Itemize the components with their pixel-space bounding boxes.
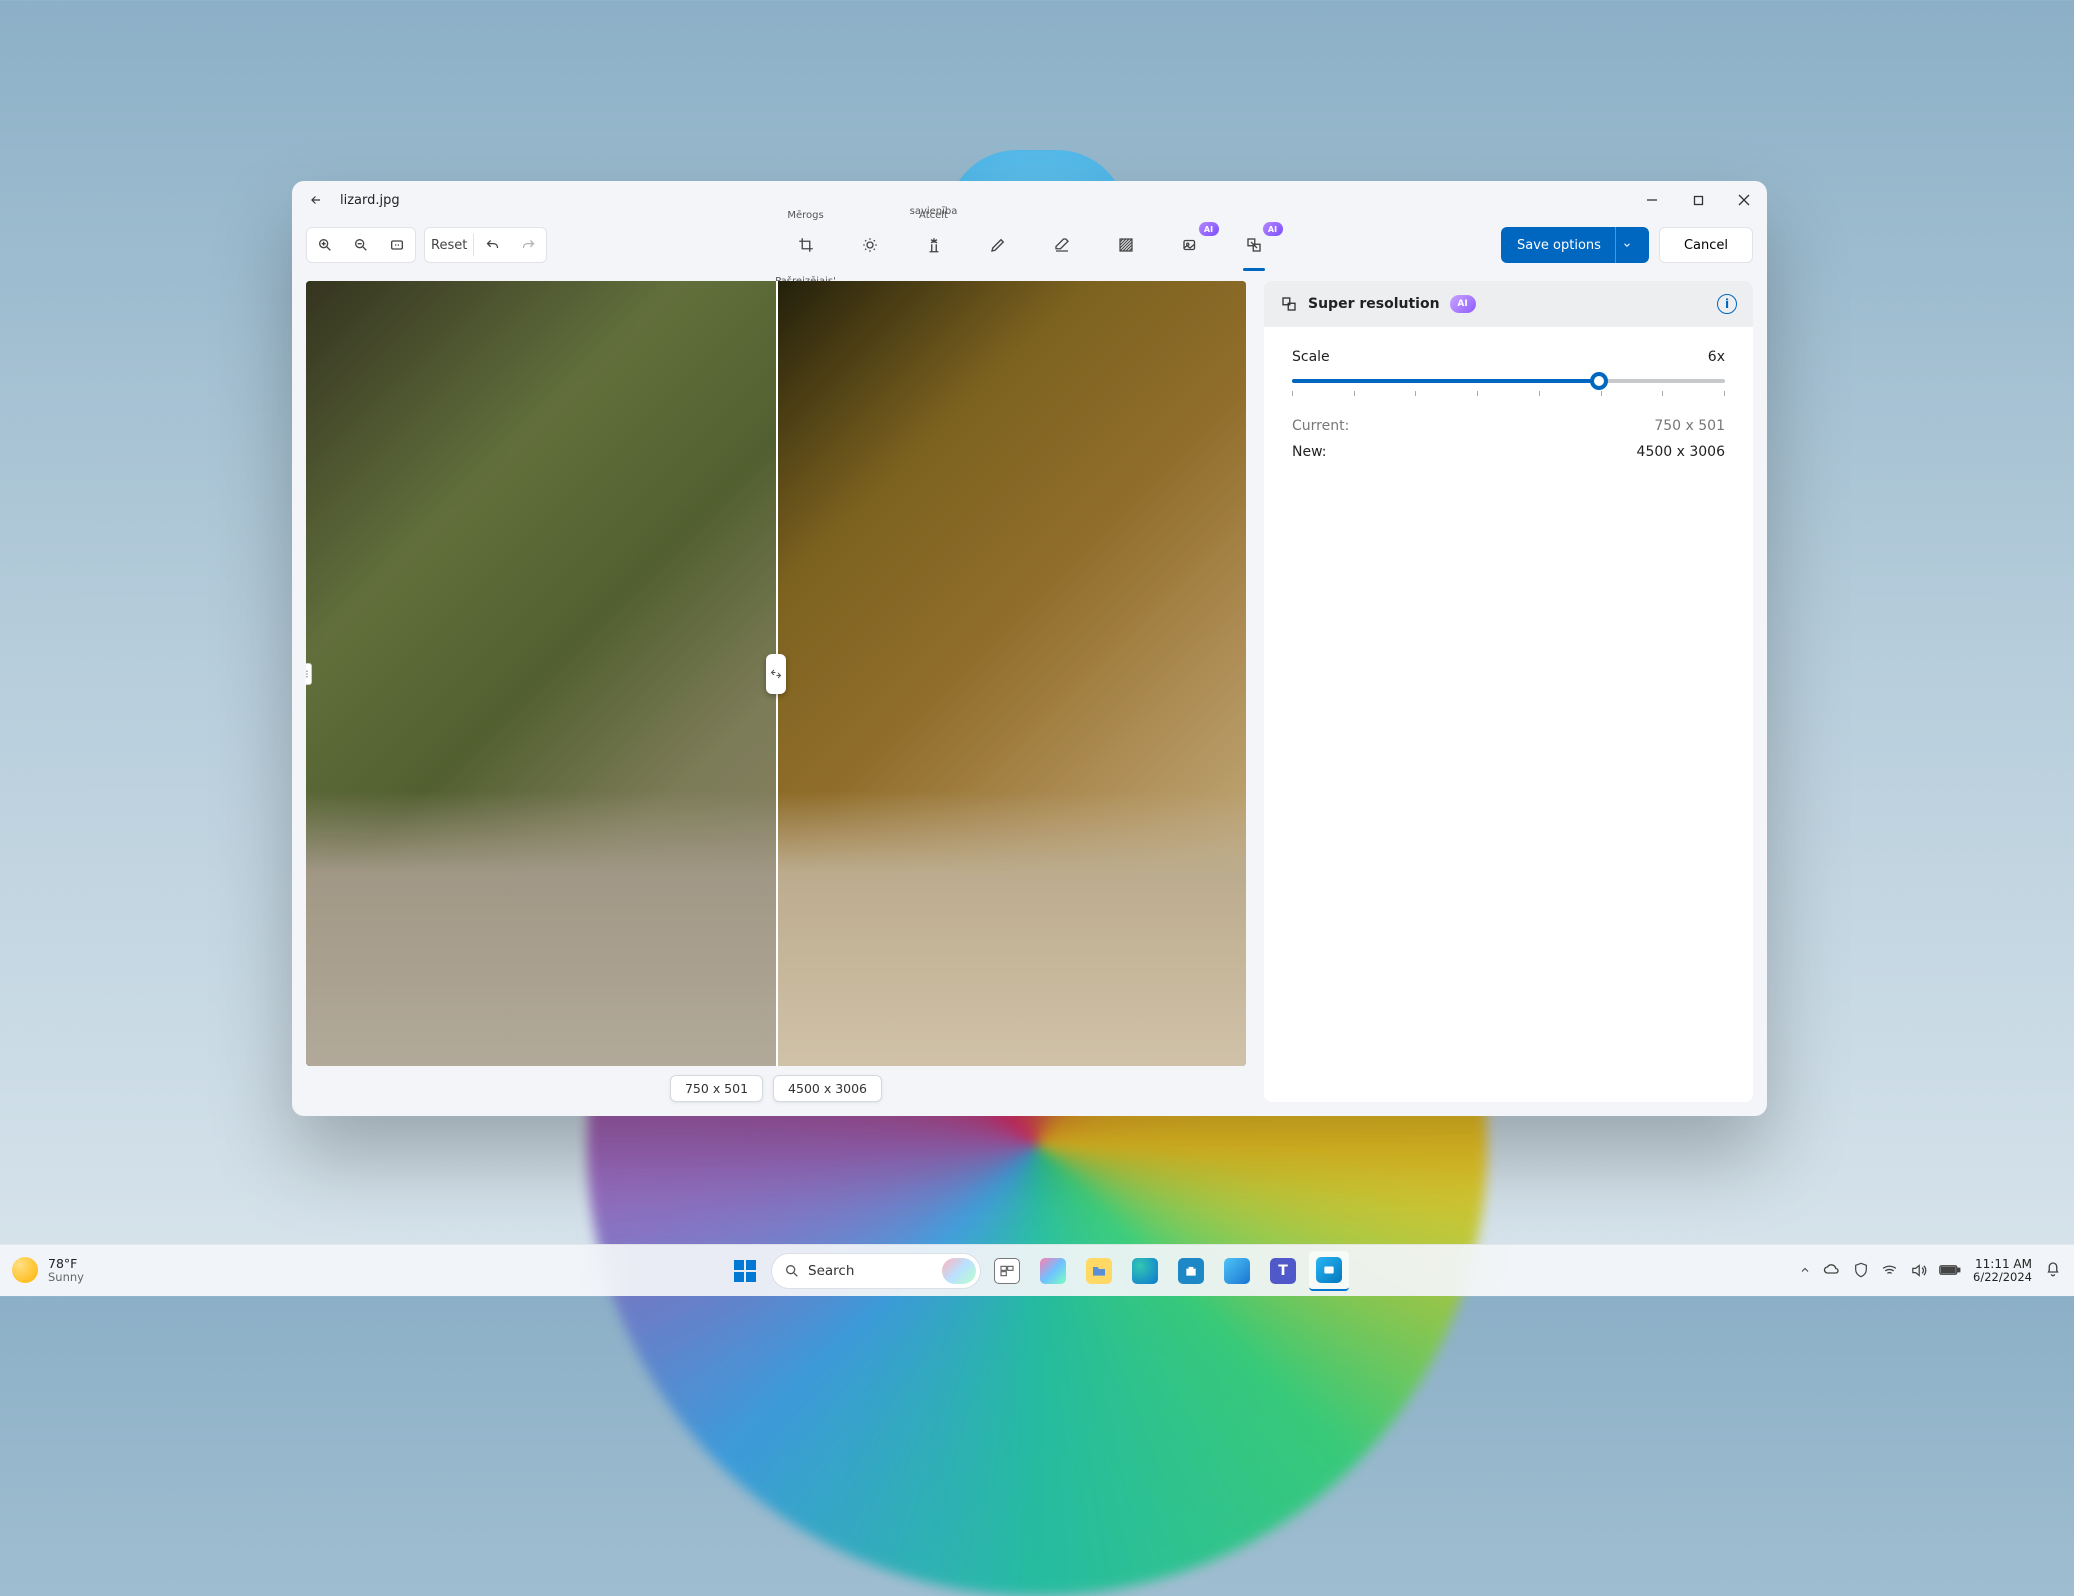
current-value: 750 x 501: [1654, 418, 1725, 434]
erase-tool[interactable]: [1045, 228, 1079, 262]
new-label: New:: [1292, 444, 1327, 460]
paint-button[interactable]: [1217, 1251, 1257, 1291]
volume-icon[interactable]: [1910, 1262, 1927, 1279]
zoom-group: [306, 227, 416, 263]
super-resolution-panel: Super resolution AI i Scale 6x Current:: [1264, 281, 1753, 1102]
editor-toolbar: Reset Mērogs Pašreizējais' savienība Atc…: [292, 219, 1767, 271]
start-button[interactable]: [725, 1251, 765, 1291]
minimize-button[interactable]: [1629, 181, 1675, 219]
photos-editor-window: lizard.jpg Reset Mērogs Pašreizējais': [292, 181, 1767, 1116]
task-view-button[interactable]: [987, 1251, 1027, 1291]
editor-content: 750 x 501 4500 x 3006 Super resolution A…: [292, 271, 1767, 1116]
background-tool[interactable]: [1109, 228, 1143, 262]
zoom-out-button[interactable]: [343, 228, 379, 262]
taskbar: 78°F Sunny Search T 11:11 AM 6/22/2024: [0, 1244, 2074, 1296]
current-row: Current: 750 x 501: [1292, 418, 1725, 434]
sun-icon: [12, 1257, 38, 1283]
titlebar: lizard.jpg: [292, 181, 1767, 219]
weather-temp: 78°F: [48, 1257, 84, 1271]
image-canvas[interactable]: [306, 281, 1246, 1066]
slider-ticks: [1292, 391, 1725, 396]
date: 6/22/2024: [1973, 1271, 2032, 1284]
upscaled-dimensions: 4500 x 3006: [773, 1075, 882, 1102]
scale-row: Scale 6x: [1292, 349, 1725, 365]
windows-logo-icon: [734, 1260, 756, 1282]
ai-badge-icon: AI: [1450, 295, 1476, 313]
search-placeholder: Search: [808, 1263, 854, 1279]
edge-button[interactable]: [1125, 1251, 1165, 1291]
cancel-button[interactable]: Cancel: [1659, 227, 1753, 263]
photos-button[interactable]: [1309, 1251, 1349, 1291]
notifications-icon[interactable]: [2044, 1260, 2064, 1280]
image-original: [306, 281, 776, 1066]
info-button[interactable]: i: [1717, 294, 1737, 314]
toolbar-actions: Save options Cancel: [1501, 227, 1753, 263]
panel-header: Super resolution AI i: [1264, 281, 1753, 327]
weather-widget[interactable]: 78°F Sunny: [12, 1257, 84, 1283]
filter-tool[interactable]: savienība Atcelt: [917, 228, 951, 262]
clock[interactable]: 11:11 AM 6/22/2024: [1973, 1258, 2032, 1284]
back-button[interactable]: [298, 182, 334, 218]
new-value: 4500 x 3006: [1637, 444, 1725, 460]
chevron-down-icon: [1615, 227, 1639, 263]
search-icon: [784, 1263, 800, 1279]
fit-button[interactable]: [379, 228, 415, 262]
tray-chevron-icon[interactable]: [1799, 1264, 1811, 1276]
scale-value: 6x: [1708, 349, 1725, 365]
taskbar-center: Search T: [725, 1251, 1349, 1291]
store-button[interactable]: [1171, 1251, 1211, 1291]
security-icon[interactable]: [1853, 1262, 1869, 1278]
ai-badge-icon: AI: [1263, 222, 1283, 236]
canvas-area: 750 x 501 4500 x 3006: [306, 281, 1246, 1102]
redo-button[interactable]: [510, 228, 546, 262]
undo-button[interactable]: [474, 228, 510, 262]
scale-icon: [1280, 295, 1298, 313]
search-box[interactable]: Search: [771, 1253, 981, 1289]
teams-button[interactable]: T: [1263, 1251, 1303, 1291]
ai-badge-icon: AI: [1199, 222, 1219, 236]
markup-tool[interactable]: [981, 228, 1015, 262]
scale-slider[interactable]: [1292, 379, 1725, 396]
new-row: New: 4500 x 3006: [1292, 444, 1725, 460]
remove-label: Atcelt: [919, 210, 948, 221]
close-button[interactable]: [1721, 181, 1767, 219]
onedrive-icon[interactable]: [1823, 1261, 1841, 1279]
save-options-button[interactable]: Save options: [1501, 227, 1649, 263]
copilot-button[interactable]: [1033, 1251, 1073, 1291]
panel-title: Super resolution: [1308, 296, 1440, 312]
edit-modes: Mērogs Pašreizējais' savienība Atcelt: [789, 228, 1271, 262]
search-illustration: [942, 1258, 976, 1284]
weather-cond: Sunny: [48, 1271, 84, 1284]
super-resolution-tool[interactable]: AI: [1237, 228, 1271, 262]
system-tray: 11:11 AM 6/22/2024: [1799, 1258, 2064, 1284]
original-dimensions: 750 x 501: [670, 1075, 763, 1102]
file-name: lizard.jpg: [340, 193, 400, 208]
adjust-tool[interactable]: [853, 228, 887, 262]
canvas-side-handle[interactable]: [306, 663, 312, 685]
save-label: Save options: [1517, 238, 1601, 253]
compare-handle[interactable]: [766, 654, 786, 694]
time: 11:11 AM: [1973, 1258, 2032, 1271]
window-controls: [1629, 181, 1767, 219]
maximize-button[interactable]: [1675, 181, 1721, 219]
image-upscaled: [776, 281, 1246, 1066]
crop-label: Mērogs: [787, 210, 823, 221]
scale-label: Scale: [1292, 349, 1330, 365]
generative-tool[interactable]: AI: [1173, 228, 1207, 262]
reset-button[interactable]: Reset: [425, 228, 473, 262]
panel-body: Scale 6x Current: 750 x 501 New: 4500 x …: [1264, 327, 1753, 492]
crop-tool[interactable]: Mērogs Pašreizējais': [789, 228, 823, 262]
dimension-badges: 750 x 501 4500 x 3006: [306, 1075, 1246, 1102]
slider-thumb[interactable]: [1590, 372, 1608, 390]
zoom-in-button[interactable]: [307, 228, 343, 262]
explorer-button[interactable]: [1079, 1251, 1119, 1291]
current-label: Current:: [1292, 418, 1349, 434]
battery-icon[interactable]: [1939, 1263, 1961, 1277]
wifi-icon[interactable]: [1881, 1262, 1898, 1279]
history-group: Reset: [424, 227, 547, 263]
